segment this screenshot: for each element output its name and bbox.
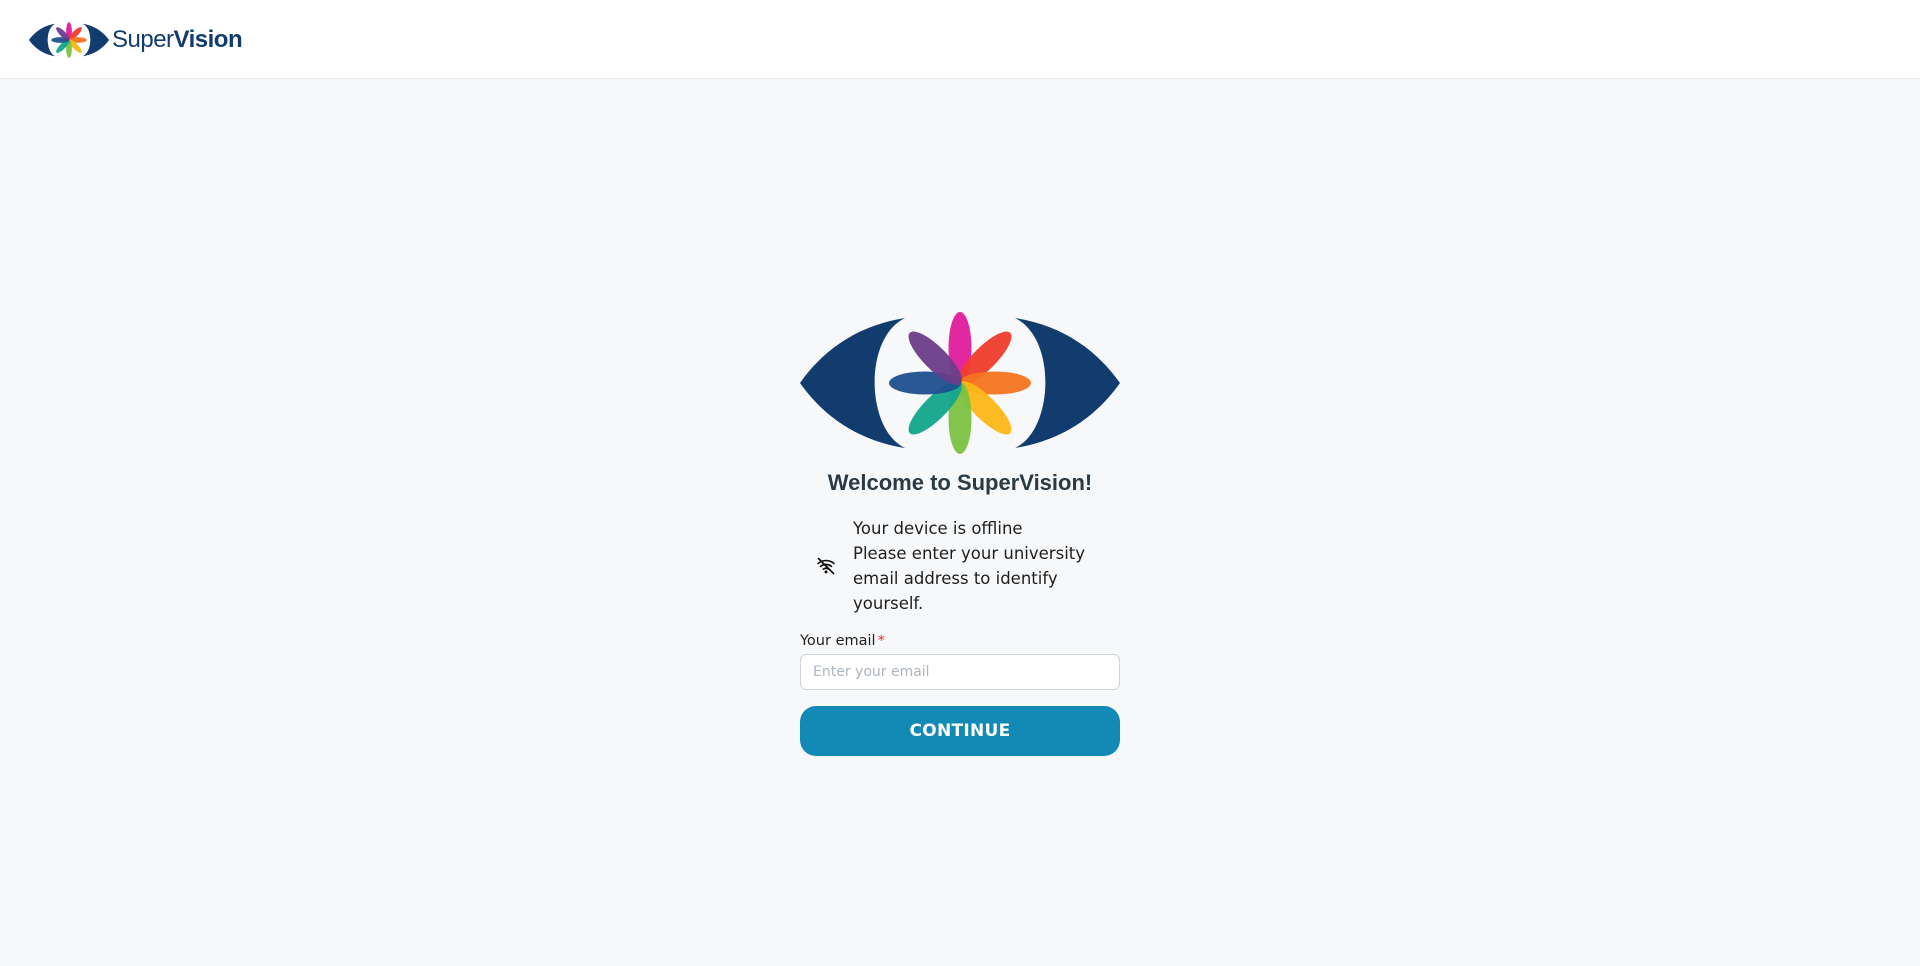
supervision-eye-logo-icon: [800, 312, 1120, 454]
email-label: Your email *: [800, 633, 885, 649]
offline-instruction: Please enter your university email addre…: [853, 544, 1086, 613]
offline-notice: Your device is offline Please enter your…: [800, 516, 1120, 616]
top-bar: SuperVision: [0, 0, 1920, 79]
login-card: Welcome to SuperVision! Your device is o…: [800, 312, 1120, 756]
brand-name: SuperVision: [112, 26, 243, 53]
offline-status: Your device is offline: [853, 519, 1023, 538]
required-asterisk: *: [877, 633, 885, 649]
offline-message: Your device is offline Please enter your…: [853, 516, 1120, 616]
welcome-title: Welcome to SuperVision!: [827, 470, 1093, 495]
header-logo[interactable]: SuperVision: [29, 20, 243, 60]
supervision-eye-logo-icon: [29, 22, 109, 58]
email-field[interactable]: [800, 654, 1120, 690]
continue-button[interactable]: CONTINUE: [800, 706, 1120, 756]
wifi-off-icon: [817, 557, 835, 575]
